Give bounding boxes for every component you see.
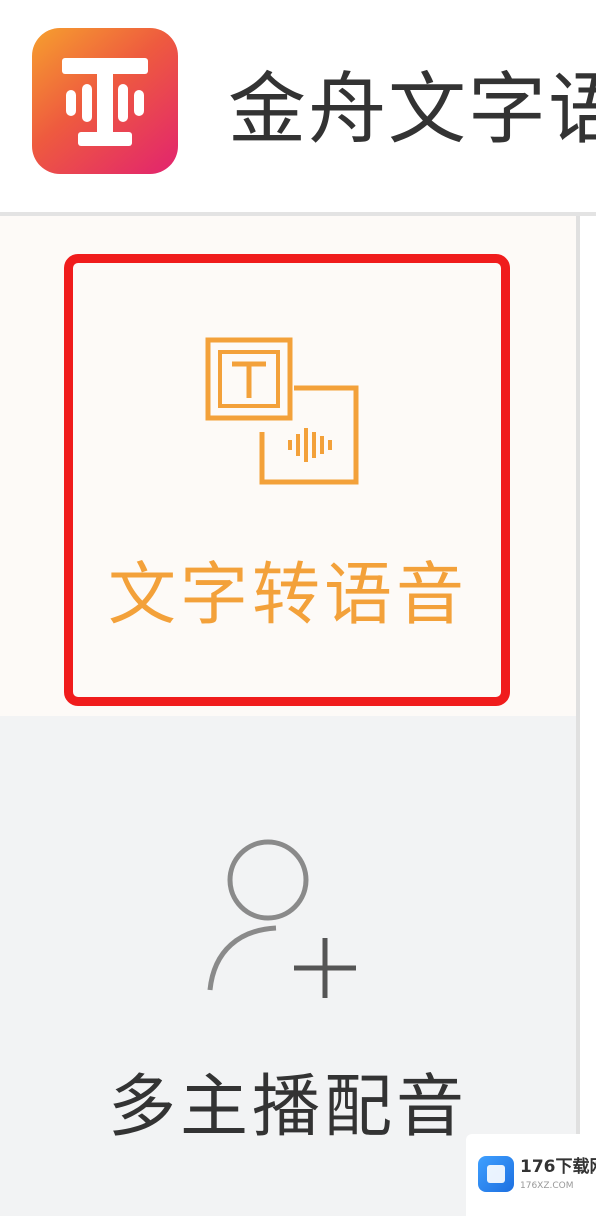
watermark-text: 176下载网 <box>520 1157 596 1177</box>
app-title: 金舟文字语 <box>228 65 596 155</box>
add-person-icon <box>207 839 356 998</box>
sidebar: 文字转语音 多主播配音 <box>0 216 576 1216</box>
content-area <box>580 216 596 1216</box>
watermark-logo-icon <box>478 1156 514 1192</box>
text-to-speech-icon <box>205 337 359 485</box>
watermark-subtext: 176XZ.COM <box>520 1181 574 1191</box>
sidebar-item-text-to-speech[interactable]: 文字转语音 <box>0 216 576 716</box>
watermark: 176下载网 176XZ.COM <box>466 1134 596 1216</box>
sidebar-item-label: 文字转语音 <box>107 556 468 635</box>
app-header: 金舟文字语 <box>0 0 596 212</box>
app-logo-icon <box>32 28 178 174</box>
